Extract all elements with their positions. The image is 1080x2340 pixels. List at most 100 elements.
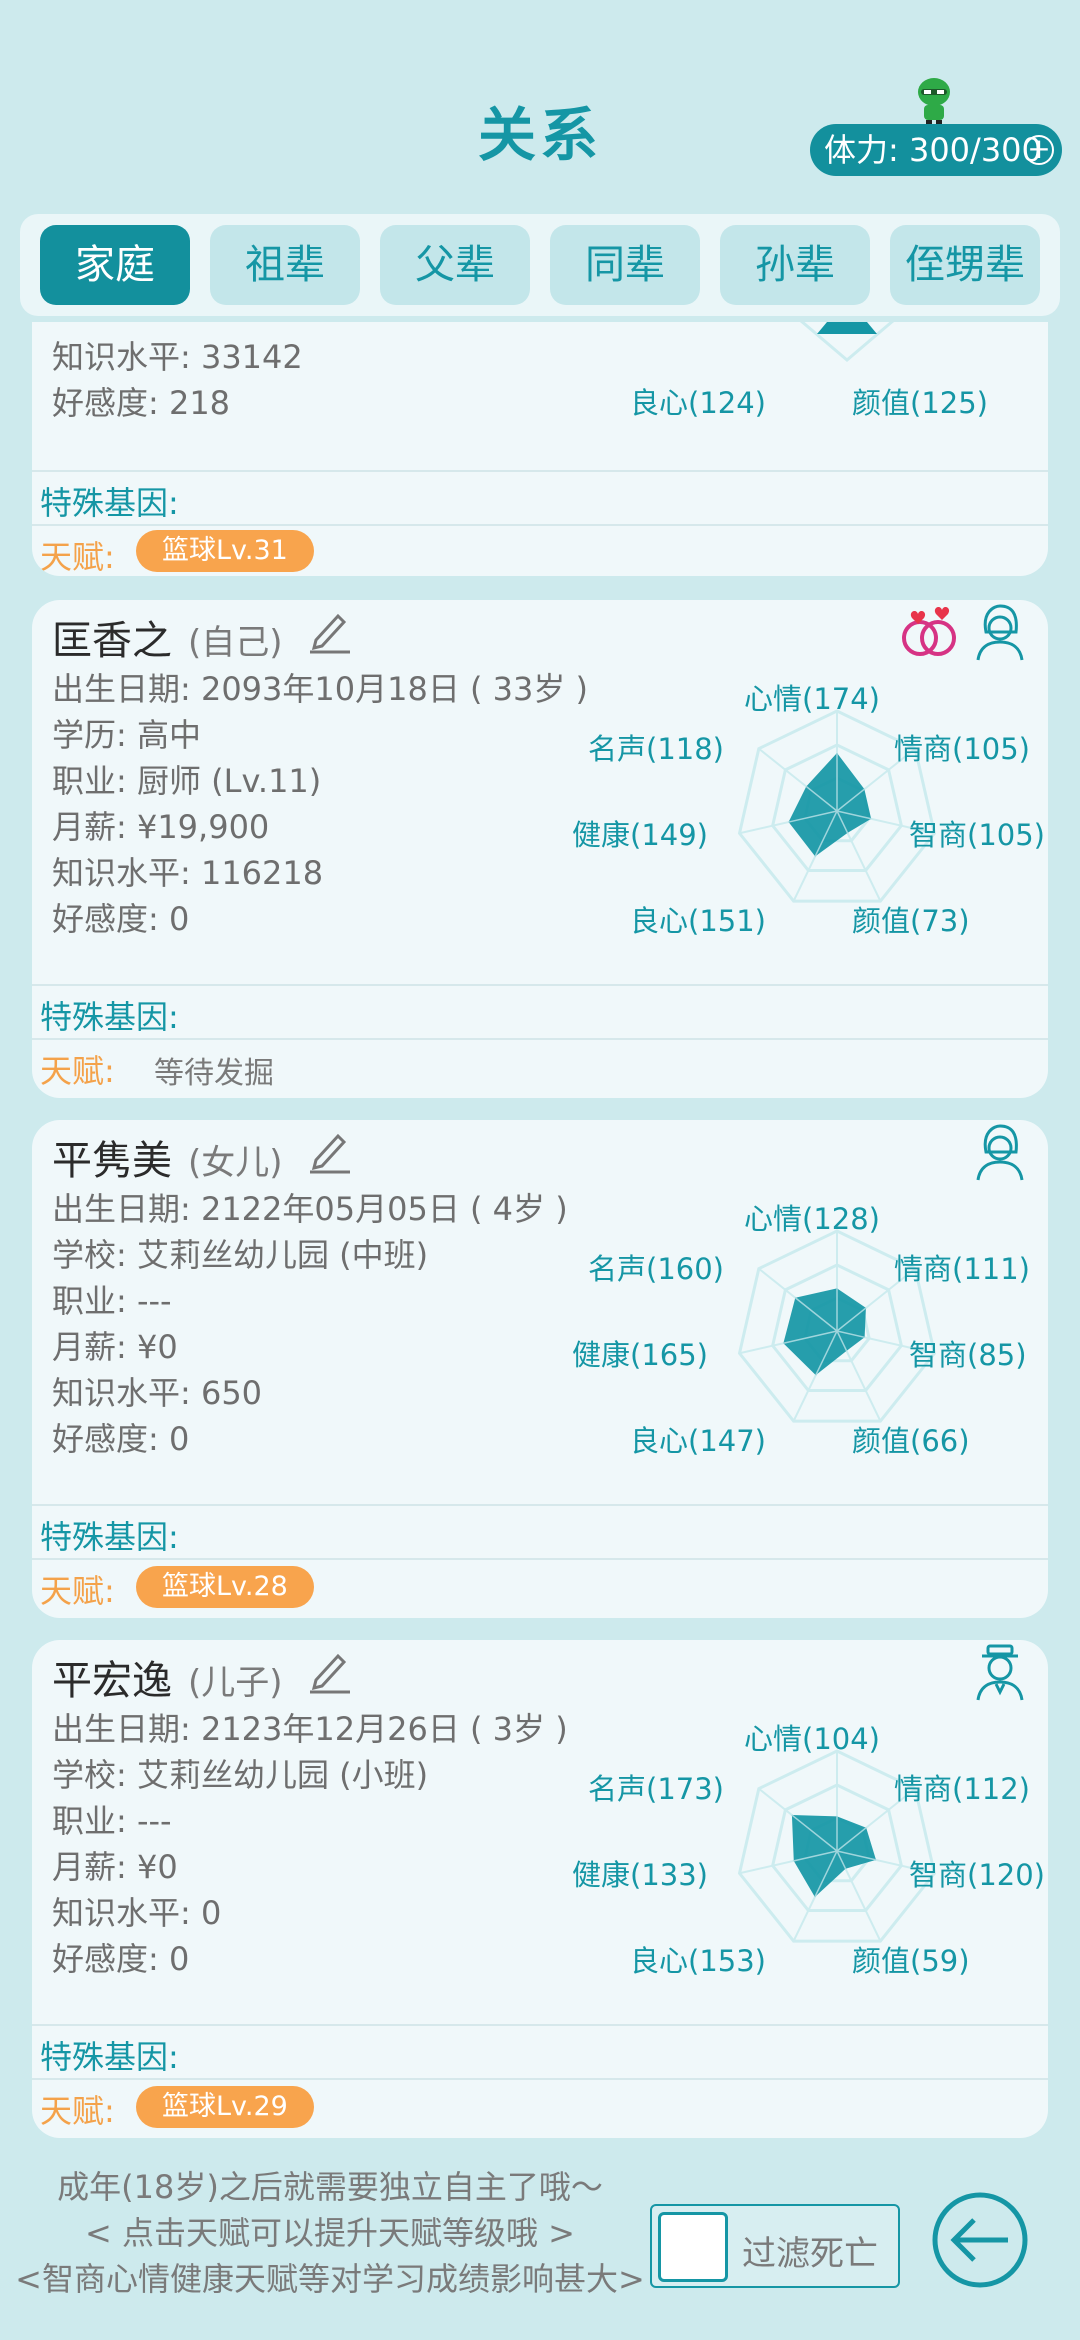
radar-chart bbox=[799, 322, 895, 362]
special-gene-label: 特殊基因: bbox=[40, 484, 179, 522]
talent-pill[interactable]: 篮球Lv.31 bbox=[136, 530, 314, 572]
knowledge-text: 知识水平: 0 bbox=[52, 1894, 222, 1932]
birthdate-text: 出生日期: 2122年05月05日 ( 4岁 ) bbox=[52, 1190, 568, 1228]
radar-label-eq: 情商(105) bbox=[894, 732, 1030, 766]
salary-text: 月薪: ¥0 bbox=[52, 1848, 178, 1886]
talent-label: 天赋: bbox=[40, 538, 115, 576]
knowledge-text: 知识水平: 33142 bbox=[52, 338, 303, 376]
filter-checkbox[interactable] bbox=[658, 2212, 728, 2282]
member-name-text: 平隽美 bbox=[52, 1138, 172, 1184]
talent-label: 天赋: bbox=[40, 1052, 115, 1090]
relation-text: (儿子) bbox=[188, 1663, 283, 1703]
tip-talent: < 点击天赋可以提升天赋等级哦 > bbox=[85, 2214, 575, 2252]
tab-parents[interactable]: 父辈 bbox=[380, 225, 530, 305]
info-list: 知识水平: 33142 好感度: 218 bbox=[52, 334, 303, 426]
talent-pill[interactable]: 篮球Lv.29 bbox=[136, 2086, 314, 2128]
talent-label: 天赋: bbox=[40, 2092, 115, 2130]
tab-grandchildren[interactable]: 孙辈 bbox=[720, 225, 870, 305]
radar-label-fame: 名声(118) bbox=[588, 732, 724, 766]
radar-stat-area bbox=[783, 1288, 866, 1376]
divider bbox=[32, 2078, 1048, 2080]
radar-label-iq: 智商(120) bbox=[909, 1858, 1045, 1892]
radar-label-health: 健康(133) bbox=[572, 1858, 708, 1892]
marriage-rings-icon bbox=[902, 607, 956, 656]
special-gene-label: 特殊基因: bbox=[40, 2038, 179, 2076]
edit-name-icon[interactable] bbox=[306, 606, 354, 654]
family-card-self: 匡香之 (自己) 出生日期: 2093年10月18日 ( 33岁 ) 学历: 高中… bbox=[32, 600, 1048, 1098]
education-text: 学历: 高中 bbox=[52, 716, 201, 754]
special-gene-label: 特殊基因: bbox=[40, 1518, 179, 1556]
salary-text: 月薪: ¥0 bbox=[52, 1328, 178, 1366]
radar-label-looks: 颜值(66) bbox=[852, 1424, 970, 1458]
divider bbox=[32, 2024, 1048, 2026]
radar-label-iq: 智商(85) bbox=[909, 1338, 1027, 1372]
radar-label-eq: 情商(112) bbox=[894, 1772, 1030, 1806]
radar-label-conscience: 良心(147) bbox=[630, 1424, 766, 1458]
divider bbox=[32, 1038, 1048, 1040]
female-avatar-icon bbox=[976, 1124, 1024, 1181]
birthdate-text: 出生日期: 2093年10月18日 ( 33岁 ) bbox=[52, 670, 589, 708]
divider bbox=[32, 984, 1048, 986]
tab-grandparents[interactable]: 祖辈 bbox=[210, 225, 360, 305]
radar-label-looks: 颜值(59) bbox=[852, 1944, 970, 1978]
family-list[interactable]: 知识水平: 33142 好感度: 218 良心(124) 颜值(125) 特殊基… bbox=[0, 322, 1080, 2140]
divider bbox=[32, 1504, 1048, 1506]
radar-label-mood: 心情(174) bbox=[744, 682, 880, 716]
talent-pill[interactable]: 篮球Lv.28 bbox=[136, 1566, 314, 1608]
edit-name-icon[interactable] bbox=[306, 1646, 354, 1694]
school-text: 学校: 艾莉丝幼儿园 (中班) bbox=[52, 1236, 429, 1274]
radar-label-fame: 名声(173) bbox=[588, 1772, 724, 1806]
job-text: 职业: 厨师 (Lv.11) bbox=[52, 762, 322, 800]
radar-label-health: 健康(165) bbox=[572, 1338, 708, 1372]
radar-label-iq: 智商(105) bbox=[909, 818, 1045, 852]
radar-label-conscience: 良心(153) bbox=[630, 1944, 766, 1978]
member-name-text: 平宏逸 bbox=[52, 1658, 172, 1704]
affection-text: 好感度: 218 bbox=[52, 384, 231, 422]
radar-label-fame: 名声(160) bbox=[588, 1252, 724, 1286]
family-card-daughter: 平隽美 (女儿) 出生日期: 2122年05月05日 ( 4岁 ) 学校: 艾莉丝… bbox=[32, 1120, 1048, 1618]
radar-label-conscience: 良心(124) bbox=[630, 386, 766, 420]
special-gene-label: 特殊基因: bbox=[40, 998, 179, 1036]
radar-label-conscience: 良心(151) bbox=[630, 904, 766, 938]
family-card-son: 平宏逸 (儿子) 出生日期: 2123年12月26日 ( 3岁 ) 学校: 艾莉丝… bbox=[32, 1640, 1048, 2138]
family-card-partial: 知识水平: 33142 好感度: 218 良心(124) 颜值(125) 特殊基… bbox=[32, 322, 1048, 576]
radar-label-mood: 心情(128) bbox=[744, 1202, 880, 1236]
female-avatar-icon bbox=[976, 604, 1024, 661]
player-avatar-icon bbox=[918, 78, 950, 125]
tip-study: <智商心情健康天赋等对学习成绩影响甚大> bbox=[15, 2260, 645, 2298]
tip-adulthood: 成年(18岁)之后就需要独立自主了哦～ bbox=[57, 2168, 603, 2206]
divider bbox=[32, 524, 1048, 526]
affection-text: 好感度: 0 bbox=[52, 1420, 190, 1458]
radar-label-looks: 颜值(73) bbox=[852, 904, 970, 938]
info-list: 出生日期: 2123年12月26日 ( 3岁 ) 学校: 艾莉丝幼儿园 (小班)… bbox=[52, 1706, 568, 1982]
job-text: 职业: --- bbox=[52, 1802, 172, 1840]
male-avatar-icon bbox=[976, 1644, 1024, 1701]
affection-text: 好感度: 0 bbox=[52, 900, 190, 938]
job-text: 职业: --- bbox=[52, 1282, 172, 1320]
member-name: 平隽美 (女儿) bbox=[52, 1128, 283, 1186]
school-text: 学校: 艾莉丝幼儿园 (小班) bbox=[52, 1756, 429, 1794]
stamina-text: 体力: 300/300 bbox=[824, 131, 1042, 169]
talent-label: 天赋: bbox=[40, 1572, 115, 1610]
add-stamina-icon[interactable]: + bbox=[1024, 135, 1054, 165]
tab-peers[interactable]: 同辈 bbox=[550, 225, 700, 305]
filter-dead-toggle[interactable]: 过滤死亡 bbox=[650, 2204, 900, 2288]
back-arrow-icon[interactable] bbox=[930, 2190, 1030, 2290]
tab-family[interactable]: 家庭 bbox=[40, 225, 190, 305]
radar-label-looks: 颜值(125) bbox=[852, 386, 988, 420]
affection-text: 好感度: 0 bbox=[52, 1940, 190, 1978]
radar-label-mood: 心情(104) bbox=[744, 1722, 880, 1756]
stamina-badge[interactable]: 体力: 300/300 + bbox=[810, 124, 1062, 176]
talent-text[interactable]: 等待发掘 bbox=[154, 1048, 274, 1092]
edit-name-icon[interactable] bbox=[306, 1126, 354, 1174]
info-list: 出生日期: 2122年05月05日 ( 4岁 ) 学校: 艾莉丝幼儿园 (中班)… bbox=[52, 1186, 568, 1462]
info-list: 出生日期: 2093年10月18日 ( 33岁 ) 学历: 高中 职业: 厨师 … bbox=[52, 666, 588, 942]
knowledge-text: 知识水平: 650 bbox=[52, 1374, 263, 1412]
relation-tabs: 家庭 祖辈 父辈 同辈 孙辈 侄甥辈 bbox=[20, 214, 1060, 316]
tab-nieces-nephews[interactable]: 侄甥辈 bbox=[890, 225, 1040, 305]
relation-text: (女儿) bbox=[188, 1143, 283, 1183]
relation-text: (自己) bbox=[188, 623, 283, 663]
member-name-text: 匡香之 bbox=[52, 618, 172, 664]
radar-label-health: 健康(149) bbox=[572, 818, 708, 852]
divider bbox=[32, 470, 1048, 472]
